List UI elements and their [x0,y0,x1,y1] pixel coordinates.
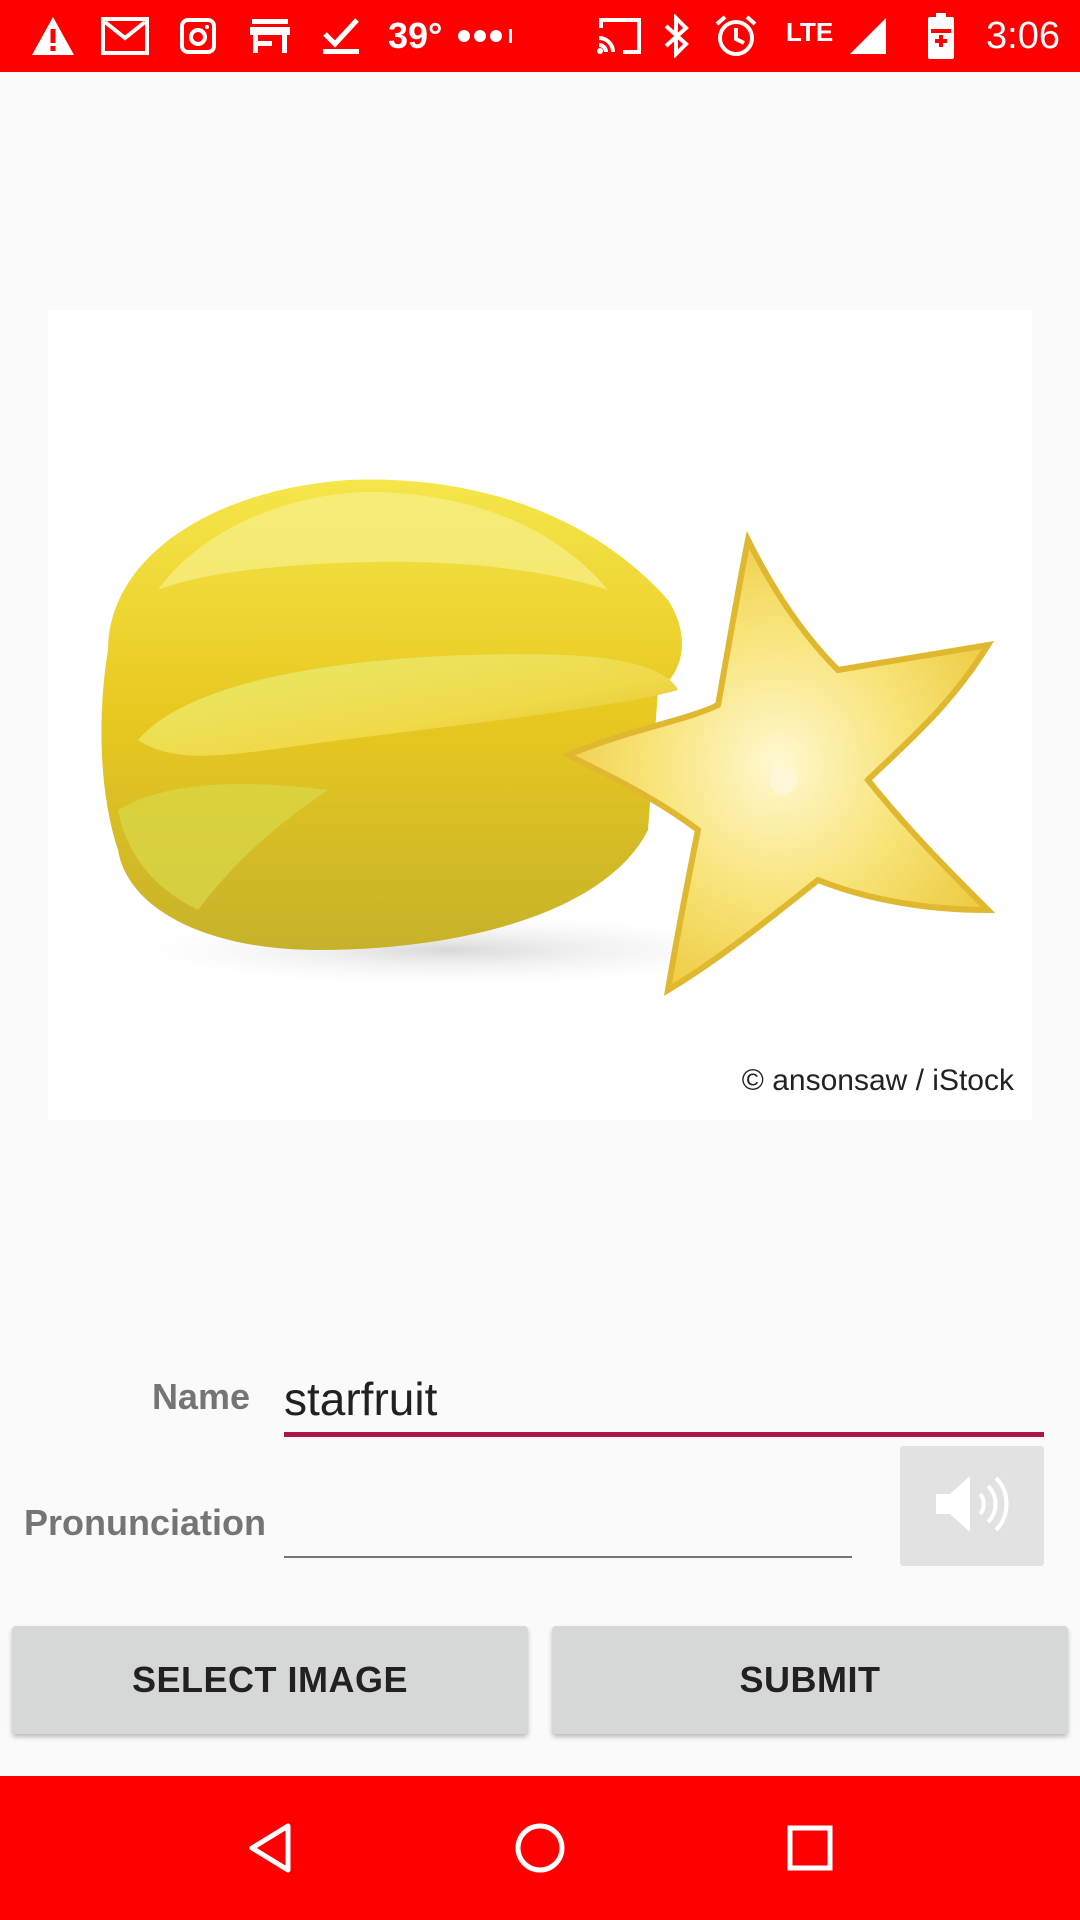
camera-icon [176,12,220,60]
pronunciation-field[interactable] [284,1490,852,1556]
more-dots-icon [456,12,516,60]
speaker-icon [930,1472,1014,1541]
battery-icon [924,12,958,60]
navigation-bar [0,1776,1080,1920]
back-icon[interactable] [234,1812,306,1884]
submit-button[interactable]: SUBMIT [552,1626,1068,1734]
cast-icon [594,12,644,60]
fruit-image: © ansonsaw / iStock [48,310,1032,1120]
network-type: LTE [786,17,834,47]
status-bar: 39° LTE 3:06 [0,0,1080,72]
temperature: 39° [388,15,443,56]
alarm-icon [712,12,760,60]
play-pronunciation-button[interactable] [900,1446,1044,1566]
starfruit-illustration: © ansonsaw / iStock [88,479,1015,1097]
bluetooth-icon [658,12,694,60]
signal-icon [846,12,890,60]
alert-icon [28,12,78,60]
name-label: Name [151,1376,250,1417]
home-icon[interactable] [504,1812,576,1884]
pronunciation-field-underline [284,1556,852,1558]
select-image-button[interactable]: SELECT IMAGE [12,1626,528,1734]
pronunciation-label: Pronunciation [24,1502,266,1543]
clock: 3:06 [986,15,1060,57]
name-field-underline [284,1432,1044,1437]
check-icon [318,12,364,60]
name-field[interactable] [284,1364,1044,1434]
store-icon [246,12,294,60]
recents-icon[interactable] [774,1812,846,1884]
gmail-icon [98,12,152,60]
image-credit: © ansonsaw / iStock [742,1064,1015,1097]
